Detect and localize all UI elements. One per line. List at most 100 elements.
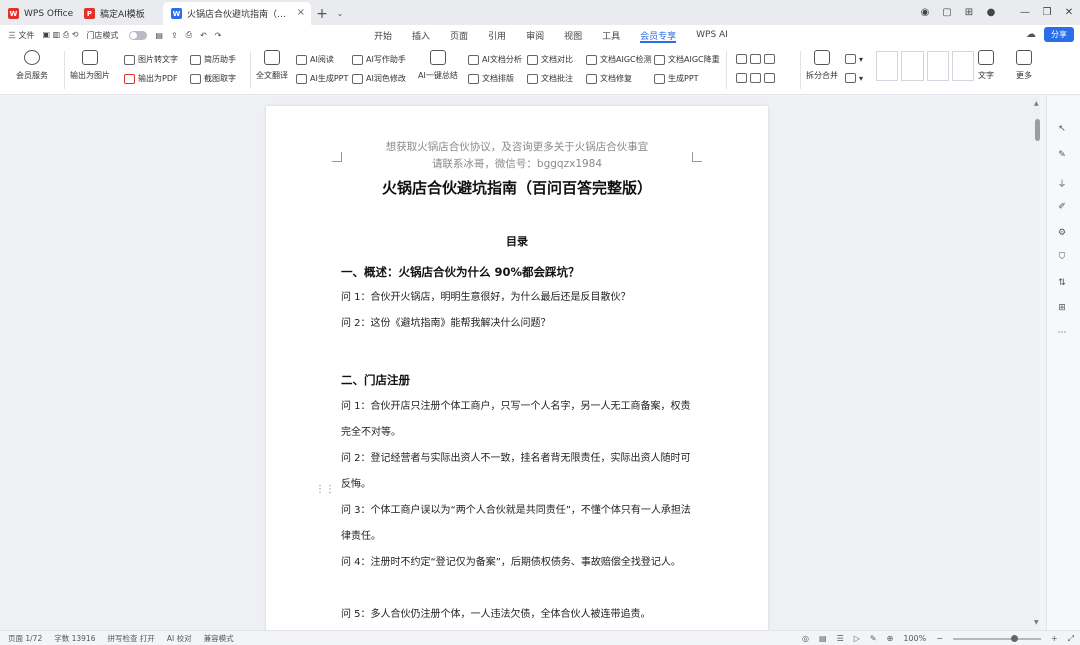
quick-access-icons[interactable]: ▣ ▥ ⎙ ⟲ xyxy=(43,30,79,40)
apps-icon[interactable]: ⊞ xyxy=(1055,301,1069,315)
close-icon[interactable]: × xyxy=(297,7,305,18)
doc-compare-button[interactable]: 文档对比 xyxy=(527,54,573,65)
avatar[interactable]: ● xyxy=(980,2,1002,24)
small-tool-grid[interactable] xyxy=(736,54,778,64)
question-paragraph: 问 1：合伙开火锅店，明明生意很好，为什么最后还是反目散伙？ xyxy=(341,292,631,303)
small-tool-grid-2[interactable] xyxy=(736,73,778,83)
fit-icon[interactable]: ⤢ xyxy=(1068,634,1074,644)
split-merge-button[interactable]: 拆分合并 xyxy=(806,50,838,81)
template-thumb[interactable] xyxy=(951,51,974,81)
comment-icon[interactable]: ☁ xyxy=(1026,29,1036,40)
zoom-in-button[interactable]: + xyxy=(1051,634,1058,643)
list-view-icon[interactable]: ☰ xyxy=(837,634,844,643)
drag-handle-icon[interactable]: ⋮⋮ xyxy=(315,484,335,495)
doc-aigc-button[interactable]: 文档AIGC检测 xyxy=(586,54,652,65)
eye-icon[interactable]: ◎ xyxy=(802,634,809,643)
repair-icon xyxy=(586,73,597,84)
menu-page[interactable]: 页面 xyxy=(440,25,478,45)
ai-polish-button[interactable]: AI润色修改 xyxy=(352,73,406,84)
ai-summary-button[interactable]: AI一键总结 xyxy=(418,50,458,81)
section-heading: 二、门店注册 xyxy=(341,373,410,387)
share-button[interactable]: 分享 xyxy=(1044,27,1074,42)
filter-icon[interactable]: ⏚ xyxy=(1055,176,1069,190)
zoom-level[interactable]: 100% xyxy=(903,634,926,643)
vertical-scrollbar[interactable]: ▲ ▼ xyxy=(1032,96,1044,630)
zoom-out-button[interactable]: − xyxy=(936,634,943,643)
doc-repair-button[interactable]: 文档修复 xyxy=(586,73,632,84)
template-gallery[interactable] xyxy=(876,51,974,87)
redo-icon[interactable]: ↷ xyxy=(215,31,222,40)
generate-ppt-button[interactable]: 生成PPT xyxy=(654,73,699,84)
zoom-slider[interactable] xyxy=(952,634,1041,642)
scroll-thumb[interactable] xyxy=(1035,119,1040,141)
menu-tools[interactable]: 工具 xyxy=(592,25,630,45)
undo-icon[interactable]: ↶ xyxy=(200,31,207,40)
close-window-icon[interactable]: ✕ xyxy=(1058,2,1080,24)
dropdown-tool-1[interactable]: ▾ xyxy=(845,54,863,64)
minimize-icon[interactable]: — xyxy=(1014,2,1036,24)
tiles-icon[interactable]: ⊞ xyxy=(958,2,980,24)
menu-member[interactable]: 会员专享 xyxy=(630,25,686,45)
shield-icon[interactable]: ⛉ xyxy=(1055,250,1069,264)
menu-review[interactable]: 审阅 xyxy=(516,25,554,45)
tab-list-chevron-icon[interactable]: ⌄ xyxy=(333,2,347,25)
text-button[interactable]: 文字 xyxy=(978,50,994,81)
skin-icon[interactable]: ▢ xyxy=(936,2,958,24)
resume-button[interactable]: 简历助手 xyxy=(190,54,236,65)
export-icon[interactable]: ⇪ xyxy=(171,31,178,40)
page-indicator[interactable]: 页面 1/72 xyxy=(8,633,42,644)
spell-check[interactable]: 拼写检查 打开 xyxy=(107,633,154,644)
web-icon[interactable]: ⊕ xyxy=(887,634,894,643)
screenshot-text-button[interactable]: 截图取字 xyxy=(190,73,236,84)
output-image-button[interactable]: 输出为图片 xyxy=(70,50,110,81)
menu-insert[interactable]: 插入 xyxy=(402,25,440,45)
more-button[interactable]: 更多 xyxy=(1016,50,1032,81)
menu-view[interactable]: 视图 xyxy=(554,25,592,45)
page-view-icon[interactable]: ▤ xyxy=(819,634,827,643)
ai-read-button[interactable]: AI阅读 xyxy=(296,54,334,65)
ai-proofread[interactable]: AI 校对 xyxy=(167,633,192,644)
print-icon[interactable]: ⎙ xyxy=(186,30,192,40)
ai-analysis-button[interactable]: AI文档分析 xyxy=(468,54,522,65)
pen-icon[interactable]: ✎ xyxy=(1055,148,1069,162)
dropdown-tool-2[interactable]: ▾ xyxy=(845,73,863,83)
member-services-button[interactable]: 会员服务 xyxy=(16,50,48,81)
template-thumb[interactable] xyxy=(901,51,924,81)
menu-wps-ai[interactable]: WPS AI xyxy=(686,25,738,45)
menu-references[interactable]: 引用 xyxy=(478,25,516,45)
compat-mode: 兼容模式 xyxy=(203,634,234,643)
doc-format-button[interactable]: 文档排版 xyxy=(468,73,514,84)
output-pdf-button[interactable]: 输出为PDF xyxy=(124,73,178,84)
settings-icon[interactable]: ⚙ xyxy=(1055,226,1069,240)
ai-ppt-button[interactable]: AI生成PPT xyxy=(296,73,348,84)
word-count[interactable]: 字数 13916 xyxy=(54,633,95,644)
mode-toggle[interactable] xyxy=(129,30,148,40)
full-translate-button[interactable]: 全文翻译 xyxy=(256,50,288,81)
tab-template[interactable]: P 稿定AI模板 xyxy=(76,2,163,25)
toc-heading: 目录 xyxy=(506,235,528,248)
menu-home[interactable]: 开始 xyxy=(364,25,402,45)
brush-icon[interactable]: ✐ xyxy=(1055,200,1069,214)
aigc-rewrite-button[interactable]: 文档AIGC降重 xyxy=(654,54,720,65)
pdf-to-word-button[interactable]: 图片转文字 xyxy=(124,54,178,65)
restore-icon[interactable]: ❐ xyxy=(1036,2,1058,24)
cursor-icon[interactable]: ↖ xyxy=(1055,122,1069,136)
more-icon[interactable]: ⋯ xyxy=(1055,326,1069,340)
edit-icon[interactable]: ✎ xyxy=(870,634,877,643)
scroll-up-icon[interactable]: ▲ xyxy=(1034,100,1039,107)
template-thumb[interactable] xyxy=(876,51,899,81)
sync-icon[interactable]: ⇅ xyxy=(1055,276,1069,290)
new-tab-button[interactable]: + xyxy=(311,2,333,25)
play-icon[interactable]: ▷ xyxy=(854,634,860,643)
template-thumb[interactable] xyxy=(926,51,949,81)
save-icon[interactable]: ▤ xyxy=(155,31,163,40)
scroll-down-icon[interactable]: ▼ xyxy=(1034,619,1039,626)
document-page[interactable]: 想获取火锅店合伙协议，及咨询更多关于火锅店合伙事宜 请联系冰哥，微信号：bggq… xyxy=(266,106,768,630)
tab-wps-office[interactable]: W WPS Office xyxy=(0,2,76,25)
file-menu[interactable]: 三 文件 xyxy=(8,30,35,41)
tab-document[interactable]: W 火锅店合伙避坑指南（百问百答完整版） × xyxy=(163,2,311,25)
record-icon[interactable]: ◉ xyxy=(914,2,936,24)
ai-writing-button[interactable]: AI写作助手 xyxy=(352,54,406,65)
doc-annotate-button[interactable]: 文档批注 xyxy=(527,73,573,84)
compare-icon xyxy=(527,54,538,65)
